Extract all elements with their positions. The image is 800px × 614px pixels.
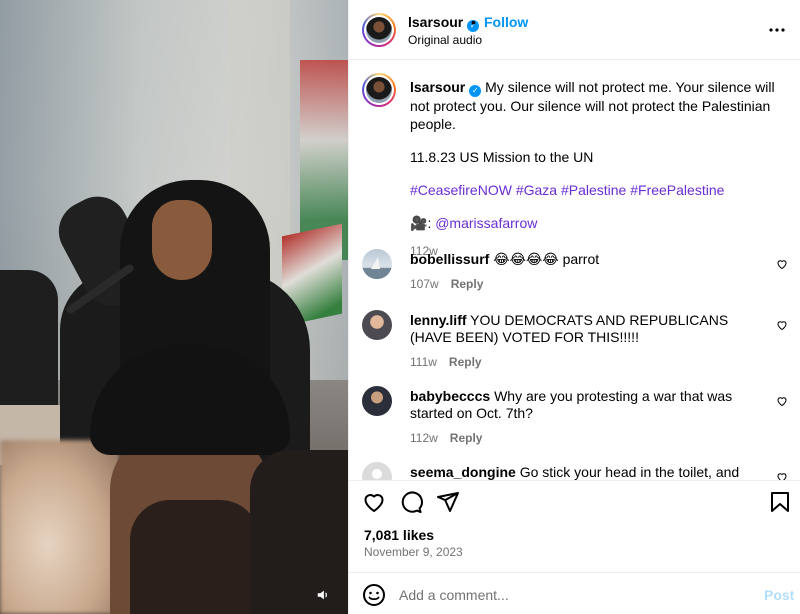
comments-scroll-area[interactable]: lsarsour ✓ My silence will not protect me…	[349, 61, 800, 481]
commenter-avatar[interactable]	[362, 386, 392, 416]
likes-count[interactable]: 7,081 likes	[364, 527, 434, 543]
hashtag-link[interactable]: #Palestine	[561, 182, 626, 198]
post-media[interactable]	[0, 0, 348, 614]
bookmark-icon[interactable]	[768, 490, 792, 514]
hashtag-link[interactable]: #FreePalestine	[630, 182, 724, 198]
comment-username[interactable]: lenny.liff	[410, 312, 467, 328]
post-header: lsarsour ✓ • Follow Original audio	[349, 0, 800, 60]
video-camera-icon: 🎥	[410, 215, 428, 231]
comment-text: 😂😂😂😂 parrot	[493, 251, 600, 267]
commenter-avatar[interactable]	[362, 249, 392, 279]
post-comment-button[interactable]: Post	[764, 587, 794, 603]
comment-body: bobellissurf 😂😂😂😂 parrot 107w Reply	[410, 251, 766, 293]
commenter-avatar[interactable]	[362, 462, 392, 480]
comment-body: lenny.liff YOU DEMOCRATS AND REPUBLICANS…	[410, 312, 766, 371]
reply-button[interactable]: Reply	[451, 277, 484, 291]
crowd-person-beard	[130, 500, 260, 614]
heart-icon[interactable]	[776, 394, 788, 407]
reply-button[interactable]: Reply	[450, 431, 483, 445]
heart-icon[interactable]	[362, 490, 386, 514]
caption-text-block: lsarsour ✓ My silence will not protect me…	[410, 78, 782, 260]
person-left	[0, 270, 58, 420]
comment-age[interactable]: 112w	[410, 431, 438, 445]
author-username[interactable]: lsarsour ✓	[408, 14, 480, 32]
comment-age[interactable]: 111w	[410, 355, 437, 369]
comment-meta: 107w Reply	[410, 276, 766, 293]
comment-age[interactable]: 107w	[410, 277, 439, 291]
smiley-icon[interactable]	[362, 583, 386, 607]
paper-plane-icon[interactable]	[436, 490, 460, 514]
heart-icon[interactable]	[776, 470, 788, 480]
comment-meta: 111w Reply	[410, 354, 766, 371]
audio-label[interactable]: Original audio	[408, 33, 482, 47]
author-avatar[interactable]	[362, 13, 396, 47]
reply-button[interactable]: Reply	[449, 355, 482, 369]
caption-credit: 🎥: @marissafarrow	[410, 214, 782, 232]
caption-author-avatar[interactable]	[362, 73, 396, 107]
speaker-face	[152, 200, 212, 280]
post-action-bar	[349, 482, 800, 522]
verified-badge-icon: ✓	[469, 85, 482, 97]
comment-body: babybecccs Why are you protesting a war …	[410, 388, 766, 447]
comment-bubble-icon[interactable]	[399, 490, 423, 514]
caption-username[interactable]: lsarsour	[410, 79, 465, 95]
heart-icon[interactable]	[776, 318, 788, 331]
comment-body: seema_dongine Go stick your head in the …	[410, 464, 766, 480]
heart-icon[interactable]	[776, 257, 788, 270]
comment-input[interactable]	[399, 583, 739, 607]
follow-button[interactable]: Follow	[484, 14, 528, 30]
separator-dot: •	[471, 14, 476, 30]
hashtag-link[interactable]: #Gaza	[516, 182, 557, 198]
post-date[interactable]: November 9, 2023	[364, 545, 463, 559]
comment-username[interactable]: seema_dongine	[410, 464, 516, 480]
hashtag-link[interactable]: #CeasefireNOW	[410, 182, 512, 198]
caption-event-line: 11.8.23 US Mission to the UN	[410, 149, 594, 165]
comment-username[interactable]: bobellissurf	[410, 251, 489, 267]
post-details-panel: lsarsour ✓ • Follow Original audio lsarso…	[348, 0, 800, 614]
commenter-avatar[interactable]	[362, 310, 392, 340]
more-options-icon[interactable]	[767, 20, 787, 40]
add-comment-bar: Post	[349, 572, 800, 614]
crowd-person-right	[250, 450, 348, 614]
comment-meta: 112w Reply	[410, 430, 766, 447]
speaker-icon[interactable]	[312, 584, 334, 606]
caption-hashtags: #CeasefireNOW #Gaza #Palestine #FreePale…	[410, 181, 782, 199]
credit-mention-link[interactable]: @marissafarrow	[435, 215, 537, 231]
comment-username[interactable]: babybecccs	[410, 388, 490, 404]
blurred-foreground-person	[0, 440, 120, 614]
